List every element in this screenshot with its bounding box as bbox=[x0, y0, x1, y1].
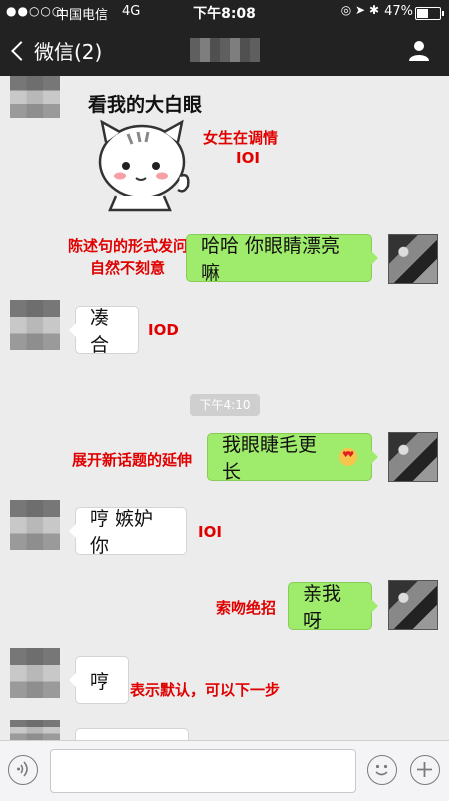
annotation-statement: 陈述句的形式发问 bbox=[68, 237, 189, 255]
message-text: 哼 bbox=[90, 670, 110, 693]
annotation-ioi: IOI bbox=[236, 149, 260, 167]
status-bar: ●●○○○ 中国电信 4G 下午8:08 ◎ ➤ ✱ 47% bbox=[0, 0, 449, 24]
smiley-icon bbox=[375, 764, 388, 776]
contact-avatar[interactable] bbox=[10, 300, 60, 350]
heart-eyes-emoji-icon bbox=[339, 448, 357, 466]
bluetooth-icon: ✱ bbox=[368, 3, 379, 17]
chat-timestamp: 下午4:10 bbox=[190, 394, 260, 416]
annotation-topic: 展开新话题的延伸 bbox=[72, 451, 193, 469]
battery-percent: 47% bbox=[384, 4, 413, 19]
emoji-button[interactable] bbox=[367, 755, 397, 785]
nav-bar: 微信(2) bbox=[0, 24, 449, 76]
signal-indicator: ●●○○○ bbox=[6, 4, 64, 18]
message-text: 哼 嫉妒你 bbox=[90, 508, 154, 557]
message-text: 凑合 bbox=[90, 307, 110, 356]
contact-avatar[interactable] bbox=[10, 76, 60, 118]
message-bubble-left[interactable]: 哼 bbox=[69, 656, 129, 704]
voice-icon bbox=[17, 761, 28, 777]
contact-avatar[interactable] bbox=[10, 500, 60, 550]
annotation-kiss: 索吻绝招 bbox=[216, 599, 277, 617]
message-bubble-right[interactable]: 我眼睫毛更长 bbox=[207, 433, 378, 483]
my-avatar[interactable] bbox=[388, 234, 438, 284]
location-icon: ➤ bbox=[355, 3, 366, 17]
message-text: 我眼睫毛更长 bbox=[222, 434, 318, 483]
back-label: 微信(2) bbox=[34, 40, 103, 64]
message-text: 亲我呀 bbox=[303, 583, 342, 632]
contact-avatar[interactable] bbox=[10, 720, 60, 740]
chat-area[interactable]: 看我的大白眼 女生在调情 IOI 陈述句的形式发问 自然不刻意 哈哈 你眼睛漂亮… bbox=[0, 76, 449, 740]
status-icons: ◎ ➤ ✱ bbox=[341, 3, 379, 17]
plus-icon bbox=[417, 762, 432, 777]
message-input[interactable] bbox=[50, 749, 356, 793]
my-avatar[interactable] bbox=[388, 432, 438, 482]
sticker-message[interactable]: 看我的大白眼 bbox=[80, 84, 240, 214]
annotation-flirt: 女生在调情 bbox=[203, 129, 279, 147]
chevron-left-icon bbox=[11, 40, 31, 61]
message-bubble-right[interactable]: 亲我呀 bbox=[288, 582, 378, 632]
annotation-consent: 表示默认，可以下一步 bbox=[130, 681, 281, 699]
person-icon[interactable] bbox=[407, 38, 431, 62]
message-bubble-left-partial[interactable] bbox=[75, 728, 189, 740]
contact-avatar[interactable] bbox=[10, 648, 60, 698]
message-bubble-right[interactable]: 哈哈 你眼睛漂亮嘛 bbox=[186, 234, 378, 284]
battery-fill bbox=[417, 9, 429, 18]
annotation-natural: 自然不刻意 bbox=[90, 259, 166, 277]
message-bubble-left[interactable]: 凑合 bbox=[69, 306, 139, 356]
network-type: 4G bbox=[122, 4, 141, 19]
input-bar bbox=[0, 740, 449, 801]
more-button[interactable] bbox=[410, 755, 440, 785]
rotation-lock-icon: ◎ bbox=[340, 3, 352, 17]
chat-title-pixelated bbox=[190, 38, 260, 62]
voice-button[interactable] bbox=[8, 755, 38, 785]
message-text: 哈哈 你眼睛漂亮嘛 bbox=[201, 235, 341, 284]
message-bubble-left[interactable]: 哼 嫉妒你 bbox=[69, 507, 187, 557]
battery-icon bbox=[415, 7, 444, 20]
sticker-caption: 看我的大白眼 bbox=[88, 94, 203, 116]
carrier-name: 中国电信 bbox=[56, 8, 109, 23]
back-button[interactable]: 微信(2) bbox=[10, 36, 102, 65]
my-avatar[interactable] bbox=[388, 580, 438, 630]
annotation-iod: IOD bbox=[148, 321, 179, 339]
annotation-ioi: IOI bbox=[198, 523, 222, 541]
